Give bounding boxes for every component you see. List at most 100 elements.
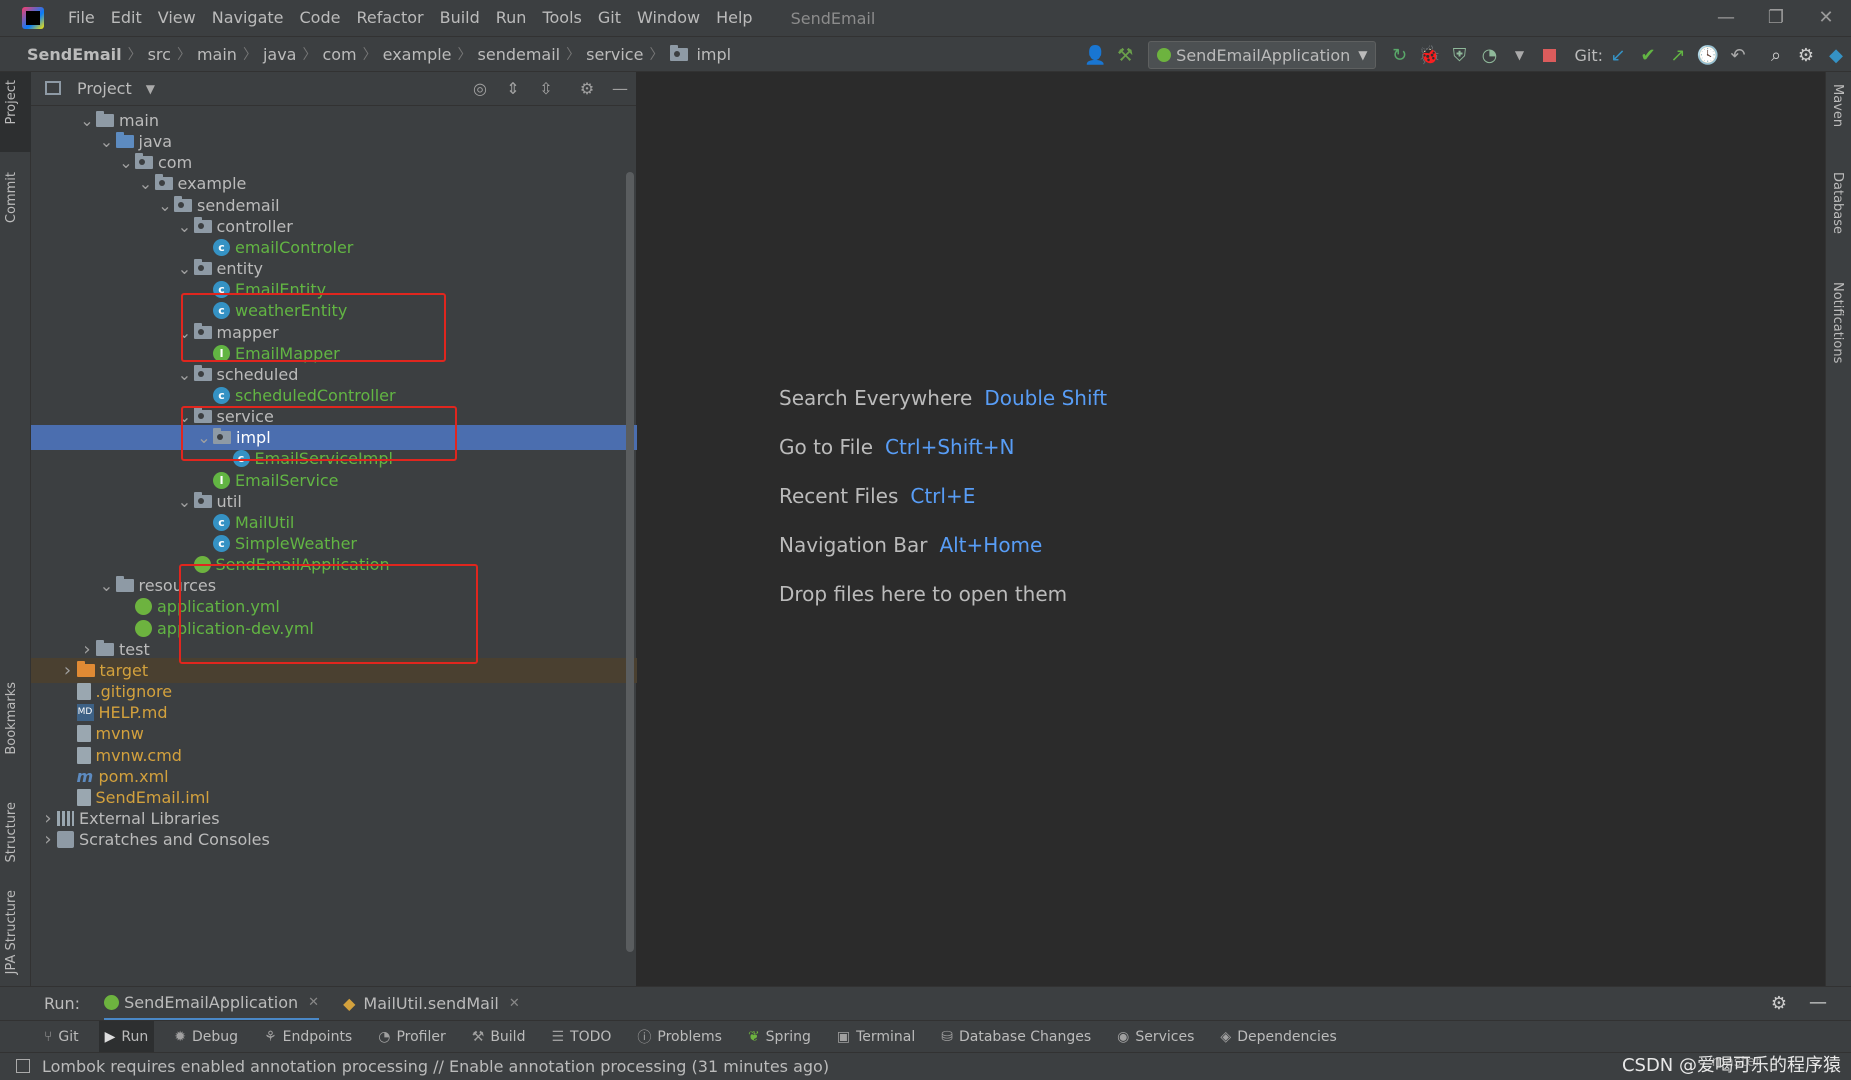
intellij-logo-icon[interactable] <box>22 7 44 29</box>
git-push-icon[interactable]: ↗ <box>1663 40 1693 70</box>
breadcrumb-sendemail[interactable]: sendemail <box>475 45 564 64</box>
history-icon[interactable]: 🕓 <box>1693 40 1723 70</box>
chevron-down-icon[interactable]: ⌄ <box>98 132 116 151</box>
run-configuration-selector[interactable]: SendEmailApplication ▼ <box>1148 41 1377 69</box>
run-tab-sendemailapplication[interactable]: SendEmailApplication ✕ <box>104 987 320 1021</box>
toolwindow-dependencies[interactable]: ◈ Dependencies <box>1214 1021 1342 1053</box>
chevron-right-icon[interactable]: › <box>78 639 96 660</box>
run-tab-mailutil-sendmail[interactable]: ◆ MailUtil.sendMail ✕ <box>343 987 520 1021</box>
toolwindow-run[interactable]: ▶ Run <box>98 1020 155 1053</box>
menu-help[interactable]: Help <box>708 0 760 36</box>
run-settings-gear-icon[interactable]: ⚙ <box>1771 993 1787 1014</box>
editor-area[interactable]: Search Everywhere Double Shift Go to File… <box>638 72 1825 986</box>
menu-edit[interactable]: Edit <box>103 0 150 36</box>
menu-code[interactable]: Code <box>292 0 349 36</box>
toolwindow-database-changes[interactable]: ⛁ Database Changes <box>935 1021 1097 1053</box>
stop-icon[interactable] <box>1534 40 1564 70</box>
menu-run[interactable]: Run <box>488 0 535 36</box>
hide-run-icon[interactable]: — <box>1809 992 1827 1013</box>
minimize-icon[interactable]: — <box>1701 0 1751 36</box>
menu-window[interactable]: Window <box>629 0 708 36</box>
chevron-down-icon[interactable]: ⌄ <box>156 196 174 215</box>
chevron-down-icon[interactable]: ⌄ <box>176 217 194 236</box>
toolwindow-problems[interactable]: ⓘ Problems <box>631 1021 728 1053</box>
menu-refactor[interactable]: Refactor <box>348 0 431 36</box>
more-run-options-icon[interactable]: ▼ <box>1504 40 1534 70</box>
chevron-down-icon[interactable]: ⌄ <box>98 576 116 595</box>
bug-icon: ✹ <box>174 1028 187 1045</box>
build-hammer-icon[interactable]: ⚒ <box>1110 40 1140 70</box>
chevron-down-icon[interactable]: ▼ <box>146 82 155 96</box>
profile-icon[interactable]: ◔ <box>1474 40 1504 70</box>
jetbrains-toolbox-icon[interactable]: ◆ <box>1821 40 1851 70</box>
chevron-down-icon[interactable]: ⌄ <box>176 365 194 384</box>
close-tab-icon[interactable]: ✕ <box>308 995 319 1010</box>
collapse-all-icon[interactable]: ⇳ <box>534 77 558 101</box>
menu-view[interactable]: View <box>150 0 204 36</box>
rerun-icon[interactable]: ↻ <box>1384 40 1414 70</box>
breadcrumb-service[interactable]: service <box>583 45 646 64</box>
breadcrumb-java[interactable]: java <box>260 45 300 64</box>
chevron-right-icon[interactable]: › <box>39 808 57 829</box>
breadcrumb-com[interactable]: com <box>319 45 359 64</box>
toolwindow-endpoints[interactable]: ⚘ Endpoints <box>258 1021 358 1053</box>
breadcrumb-project[interactable]: SendEmail <box>24 45 125 64</box>
tab-maven[interactable]: Maven <box>1830 84 1845 127</box>
menu-file[interactable]: File <box>60 0 103 36</box>
search-icon[interactable]: ⌕ <box>1761 40 1791 70</box>
git-commit-icon[interactable]: ✔ <box>1633 40 1663 70</box>
menu-tools[interactable]: Tools <box>534 0 589 36</box>
profiler-icon: ◔ <box>378 1028 391 1045</box>
select-opened-file-icon[interactable]: ◎ <box>468 77 492 101</box>
menu-navigate[interactable]: Navigate <box>204 0 292 36</box>
panel-settings-gear-icon[interactable]: ⚙ <box>575 77 599 101</box>
tab-jpa-structure[interactable]: JPA Structure <box>4 890 19 974</box>
breadcrumb-example[interactable]: example <box>380 45 455 64</box>
debug-icon[interactable]: 🐞 <box>1414 40 1444 70</box>
chevron-down-icon[interactable]: ⌄ <box>78 111 96 130</box>
tab-notifications[interactable]: Notifications <box>1830 282 1845 363</box>
tree-item-scratches-and-consoles[interactable]: › Scratches and Consoles <box>31 827 637 852</box>
chevron-right-icon[interactable]: › <box>39 829 57 850</box>
toolwindow-terminal[interactable]: ▣ Terminal <box>831 1021 921 1053</box>
project-tree-scrollbar[interactable] <box>626 172 634 952</box>
menu-git[interactable]: Git <box>590 0 629 36</box>
toolwindow-services[interactable]: ◉ Services <box>1111 1021 1200 1053</box>
breadcrumb-src[interactable]: src <box>145 45 174 64</box>
chevron-down-icon[interactable]: ⌄ <box>176 492 194 511</box>
chevron-down-icon[interactable]: ⌄ <box>176 259 194 278</box>
breadcrumb-impl[interactable]: impl <box>693 45 734 64</box>
toolwindow-git[interactable]: ⑂ Git <box>38 1021 85 1053</box>
tree-item-label: scheduled <box>216 364 299 384</box>
tab-project[interactable]: Project <box>4 80 19 124</box>
git-update-icon[interactable]: ↙ <box>1603 40 1633 70</box>
rollback-icon[interactable]: ↶ <box>1723 40 1753 70</box>
tab-database[interactable]: Database <box>1830 172 1845 234</box>
toolwindow-debug[interactable]: ✹ Debug <box>168 1021 244 1053</box>
hide-panel-icon[interactable]: — <box>608 77 632 101</box>
toolwindow-profiler[interactable]: ◔ Profiler <box>372 1021 452 1053</box>
project-view-selector[interactable]: Project <box>77 79 132 98</box>
toggle-tool-windows-icon[interactable] <box>16 1059 30 1073</box>
chevron-down-icon[interactable]: ⌄ <box>137 174 155 193</box>
status-message[interactable]: Lombok requires enabled annotation proce… <box>42 1057 829 1076</box>
tab-commit[interactable]: Commit <box>4 172 19 223</box>
toolwindow-spring[interactable]: ❦ Spring <box>742 1021 817 1053</box>
breadcrumb-main[interactable]: main <box>194 45 240 64</box>
tab-structure[interactable]: Structure <box>4 802 19 862</box>
tree-item-label: HELP.md <box>98 703 168 723</box>
restore-icon[interactable]: ❐ <box>1751 0 1801 36</box>
expand-all-icon[interactable]: ⇕ <box>501 77 525 101</box>
run-label: Run: <box>44 994 81 1013</box>
chevron-down-icon[interactable]: ⌄ <box>117 153 135 172</box>
menu-build[interactable]: Build <box>432 0 488 36</box>
toolwindow-todo[interactable]: ☰ TODO <box>545 1021 617 1053</box>
close-tab-icon[interactable]: ✕ <box>509 996 520 1011</box>
close-icon[interactable]: ✕ <box>1801 0 1851 36</box>
settings-gear-icon[interactable]: ⚙ <box>1791 40 1821 70</box>
coverage-icon[interactable]: ⛨ <box>1444 40 1474 70</box>
toolwindow-build[interactable]: ⚒ Build <box>466 1021 532 1053</box>
tab-bookmarks[interactable]: Bookmarks <box>4 682 19 755</box>
user-icon[interactable]: 👤 <box>1080 40 1110 70</box>
chevron-right-icon[interactable]: › <box>59 660 77 681</box>
